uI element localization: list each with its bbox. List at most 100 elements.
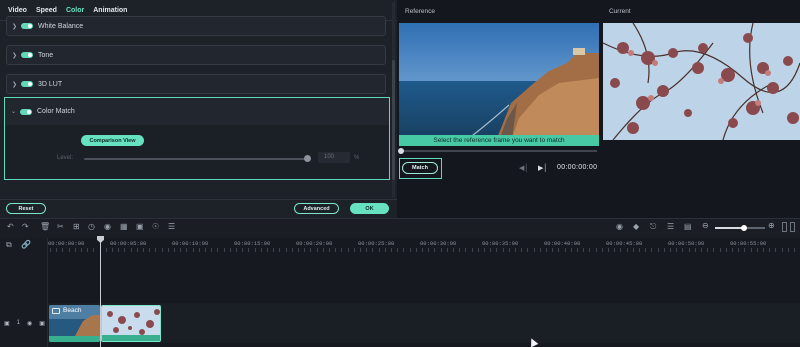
zoom-out-icon[interactable]: ⊖ <box>702 221 709 230</box>
chevron-down-icon[interactable]: ⌄ <box>11 108 17 115</box>
ruler-tick <box>254 248 256 252</box>
reset-button[interactable]: Reset <box>6 203 46 214</box>
tracking-icon[interactable]: ☉ <box>152 222 159 231</box>
play-icon[interactable]: ▶│ <box>538 164 548 172</box>
clip-blossom[interactable] <box>101 305 161 342</box>
transition-icon[interactable]: ▦ <box>120 222 128 231</box>
ruler-tick <box>347 248 349 252</box>
ruler-tick <box>639 248 640 252</box>
render-icon[interactable]: ◉ <box>616 222 623 231</box>
level-slider-handle[interactable] <box>304 155 311 162</box>
timecode: 00:00:00:00 <box>557 164 598 171</box>
step-back-icon[interactable]: ◀│ <box>519 164 529 172</box>
current-frame-image[interactable] <box>603 23 800 140</box>
section-3d-lut[interactable]: ❯ 3D LUT <box>6 74 386 94</box>
zoom-in-icon[interactable]: ⊕ <box>768 221 775 230</box>
ruler-tick <box>626 248 628 252</box>
ruler-tick <box>186 248 188 252</box>
ruler-tick <box>521 248 523 252</box>
ruler-tick <box>124 248 126 252</box>
ruler-tick <box>242 248 244 252</box>
ruler-tick <box>446 248 448 252</box>
crop-icon[interactable]: ⊞ <box>73 222 80 231</box>
marker-icon[interactable]: ◆ <box>633 222 639 231</box>
reference-instruction-banner: Select the reference frame you want to m… <box>399 135 599 146</box>
chevron-right-icon[interactable]: ❯ <box>12 81 18 88</box>
undo-icon[interactable]: ↶ <box>7 222 14 231</box>
ruler-tick <box>756 248 758 252</box>
color-match-toggle[interactable] <box>20 108 32 115</box>
reference-scrubber-track[interactable] <box>401 150 597 152</box>
ruler-tick <box>763 248 764 252</box>
level-value-input[interactable]: 100 <box>318 152 350 163</box>
tab-video[interactable]: Video <box>8 7 27 14</box>
ruler-tick <box>440 248 442 252</box>
ruler-label: 00:00:50:00 <box>668 240 705 247</box>
ruler-tick <box>81 248 82 252</box>
ruler-tick <box>657 248 659 252</box>
chevron-right-icon[interactable]: ❯ <box>12 23 18 30</box>
comparison-view-button[interactable]: Comparison View <box>81 135 144 146</box>
link-icon[interactable]: 🔗 <box>21 240 31 249</box>
panel-scrollbar-thumb[interactable] <box>392 60 395 180</box>
layout-icon[interactable] <box>782 222 787 232</box>
ruler-tick <box>713 248 715 252</box>
ruler-tick <box>397 248 399 252</box>
ruler-tick <box>496 248 498 252</box>
ok-button[interactable]: OK <box>350 203 389 214</box>
level-slider-track[interactable] <box>84 158 308 160</box>
ruler-tick <box>694 248 696 252</box>
tab-animation[interactable]: Animation <box>93 7 127 14</box>
color-match-header[interactable]: ⌄ Color Match <box>5 98 389 125</box>
audio-mixer-icon[interactable]: ☰ <box>667 222 674 231</box>
lock-icon[interactable]: ▣ <box>39 320 45 327</box>
reference-frame-image[interactable] <box>399 23 599 146</box>
ruler-tick <box>329 248 330 252</box>
section-color-match: ⌄ Color Match Comparison View Level: 100… <box>4 97 390 180</box>
tab-speed[interactable]: Speed <box>36 7 57 14</box>
tone-toggle[interactable] <box>21 52 33 58</box>
ruler-tick <box>341 248 343 252</box>
fit-icon[interactable]: ▣ <box>136 222 144 231</box>
ruler-label: 00:00:30:00 <box>420 240 457 247</box>
zoom-slider-handle[interactable] <box>741 225 747 231</box>
ruler-tick <box>192 248 194 252</box>
color-icon[interactable]: ◉ <box>104 222 111 231</box>
delete-icon[interactable]: 🗑 <box>40 222 50 231</box>
microphone-icon[interactable]: ⎋ <box>650 222 656 232</box>
playhead[interactable] <box>100 238 101 347</box>
3d-lut-toggle[interactable] <box>21 81 33 87</box>
subtitle-icon[interactable]: ▤ <box>684 222 692 231</box>
ruler-tick <box>781 248 783 252</box>
advanced-button[interactable]: Advanced <box>294 203 339 214</box>
layout-icon[interactable] <box>790 222 795 232</box>
ruler-tick <box>527 248 529 252</box>
ruler-tick <box>608 248 609 252</box>
chevron-right-icon[interactable]: ❯ <box>12 52 18 59</box>
ruler-tick <box>316 248 318 252</box>
match-button[interactable]: Match <box>402 162 438 174</box>
white-balance-toggle[interactable] <box>21 23 33 29</box>
reference-scrubber-handle[interactable] <box>398 148 404 154</box>
ruler-tick <box>161 248 163 252</box>
ruler-tick <box>143 248 144 252</box>
ruler-label: 00:00:35:00 <box>482 240 519 247</box>
eye-icon[interactable]: ◉ <box>27 320 32 327</box>
tab-color[interactable]: Color <box>65 7 85 19</box>
redo-icon[interactable]: ↷ <box>22 222 29 231</box>
ruler-tick <box>502 248 504 252</box>
ruler-tick <box>68 248 70 252</box>
section-tone[interactable]: ❯ Tone <box>6 45 386 65</box>
ruler-tick <box>174 248 175 252</box>
ruler-tick <box>180 248 182 252</box>
adjust-icon[interactable]: ☰ <box>168 222 175 231</box>
ruler-tick <box>583 248 585 252</box>
ruler-tick <box>273 248 275 252</box>
speed-icon[interactable]: ◷ <box>88 222 95 231</box>
ruler-tick <box>136 248 138 252</box>
ruler-tick <box>651 248 653 252</box>
ruler-tick <box>384 248 386 252</box>
split-icon[interactable]: ✂ <box>57 222 64 231</box>
section-white-balance[interactable]: ❯ White Balance <box>6 16 386 36</box>
add-track-icon[interactable]: ⧉ <box>6 240 12 250</box>
